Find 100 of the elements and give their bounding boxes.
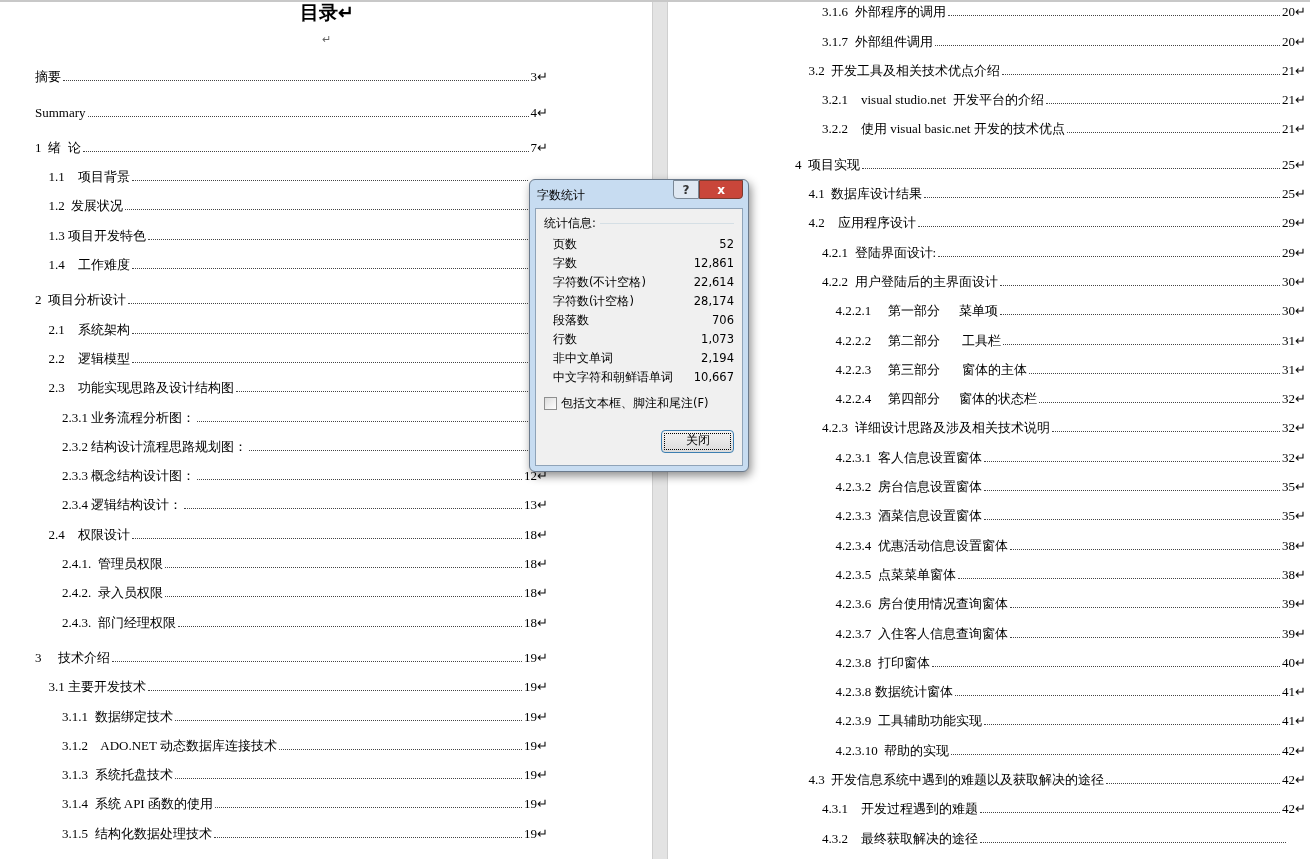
- stat-label: 行数: [553, 331, 577, 349]
- paragraph-mark: ↵: [322, 34, 331, 45]
- toc-entry: 3.1.6 外部程序的调用: [822, 5, 946, 19]
- page-number: 19↵: [524, 738, 548, 752]
- page-number: 32↵: [1282, 421, 1306, 435]
- toc-entry: Summary: [35, 105, 86, 119]
- page-number: 38↵: [1282, 538, 1306, 552]
- toc-entry: 2.3.2 结构设计流程思路规划图：: [62, 439, 248, 453]
- page-number: 19↵: [524, 650, 548, 664]
- toc-entry: 3.1.3 系统托盘技术: [62, 768, 173, 782]
- page-number: 20↵: [1282, 34, 1306, 48]
- toc-entry: 2.3.3 概念结构设计图：: [62, 469, 196, 483]
- toc-entry: 4.2.3.8 打印窗体: [835, 655, 930, 669]
- page-number: 30↵: [1282, 274, 1306, 288]
- close-dialog-button[interactable]: 关闭: [661, 429, 734, 453]
- page-number: 40↵: [1282, 655, 1306, 669]
- page-number: 41↵: [1282, 685, 1306, 699]
- page-number: 13↵: [524, 498, 548, 512]
- toc-entry: 4.2.2.3 第三部分 窗体的主体: [835, 362, 1028, 376]
- toc-entry: 2.1 系统架构: [48, 322, 130, 336]
- toc-entry: 1 绪 论: [35, 140, 81, 154]
- stat-label: 段落数: [553, 312, 589, 330]
- page-number: 39↵: [1282, 597, 1306, 611]
- toc-entry: 3 技术介绍: [35, 650, 110, 664]
- stat-value: 706: [712, 312, 734, 330]
- toc-entry: 2.3.1 业务流程分析图：: [62, 410, 196, 424]
- checkbox-label[interactable]: 包括文本框、脚注和尾注(F): [561, 395, 709, 413]
- page-number: 18↵: [524, 615, 548, 629]
- toc-entry: 4.2.3 详细设计思路及涉及相关技术说明: [822, 421, 1050, 435]
- toc-entry: 4.3.1 开发过程遇到的难题: [822, 802, 978, 816]
- toc-entry: 1.4 工作难度: [48, 258, 130, 272]
- stat-value: 52: [719, 236, 734, 254]
- stat-value: 28,174: [693, 293, 734, 311]
- page-number: 7↵: [530, 140, 548, 154]
- toc-entry: 4.2.3.8 数据统计窗体: [835, 685, 953, 699]
- toc-entry: 4.2.3.2 房台信息设置窗体: [835, 480, 982, 494]
- toc-title: 目录↵: [299, 3, 354, 22]
- checkbox[interactable]: [544, 397, 557, 411]
- stat-label: 非中文单词: [553, 350, 613, 368]
- toc-entry: 4.3.2 最终获取解决的途径: [822, 831, 978, 845]
- toc-entry: 3.1.5 结构化数据处理技术: [62, 826, 212, 840]
- page-number: 19↵: [524, 768, 548, 782]
- toc-entry: 4.2.3.6 房台使用情况查询窗体: [835, 597, 1008, 611]
- group-label: 统计信息:: [544, 215, 596, 232]
- toc-entry: 3.1.4 系统 API 函数的使用: [62, 797, 213, 811]
- toc-entry: 2.4.3. 部门经理权限: [62, 615, 176, 629]
- page-number: 25↵: [1282, 157, 1306, 171]
- page-number: 30↵: [1282, 304, 1306, 318]
- stat-value: 10,667: [693, 369, 734, 387]
- toc-entry: 4.2.3.4 优惠活动信息设置窗体: [835, 538, 1008, 552]
- stat-value: 1,073: [701, 331, 734, 349]
- toc-entry: 4.2.2 用户登陆后的主界面设计: [822, 274, 998, 288]
- page-number: 31↵: [1282, 362, 1306, 376]
- toc-entry: 4.2.2.1 第一部分 菜单项: [835, 304, 998, 318]
- page-number: 18↵: [524, 586, 548, 600]
- toc-entry: 4.2.1 登陆界面设计:: [822, 245, 937, 259]
- page-number: 20↵: [1282, 5, 1306, 19]
- toc-entry: 4 项目实现: [795, 157, 860, 171]
- toc-entry: 2.3.4 逻辑结构设计：: [62, 498, 183, 512]
- toc-entry: 4.2.3.3 酒菜信息设置窗体: [835, 509, 982, 523]
- toc-entry: 4.2.3.10 帮助的实现: [835, 743, 950, 757]
- toc-entry: 3.1.1 数据绑定技术: [62, 709, 173, 723]
- stat-value: 12,861: [693, 255, 734, 273]
- stat-value: 22,614: [693, 274, 734, 292]
- dialog-title: 字数统计: [537, 187, 585, 204]
- toc-entry: 3.2.1 visual studio.net 开发平台的介绍: [822, 93, 1044, 107]
- toc-entry: 4.2 应用程序设计: [808, 216, 916, 230]
- page-number: 21↵: [1282, 63, 1306, 77]
- page-number: 4↵: [530, 105, 548, 119]
- toc-entry: 2.3 功能实现思路及设计结构图: [48, 381, 234, 395]
- toc-entry: 4.2.2.4 第四部分 窗体的状态栏: [835, 392, 1037, 406]
- page-number: 32↵: [1282, 450, 1306, 464]
- page-number: 42↵: [1282, 802, 1306, 816]
- page-number: 31↵: [1282, 333, 1306, 347]
- stat-label: 字数: [553, 255, 577, 273]
- close-button[interactable]: x: [699, 180, 743, 199]
- toc-entry: 4.2.3.9 工具辅助功能实现: [835, 714, 982, 728]
- help-button[interactable]: ?: [673, 180, 699, 199]
- toc-entry: 3.1.7 外部组件调用: [822, 34, 933, 48]
- stat-label: 字符数(计空格): [553, 293, 634, 311]
- toc-entry: 2.2 逻辑模型: [48, 351, 130, 365]
- toc-entry: 2.4 权限设计: [48, 527, 130, 541]
- page-number: 29↵: [1282, 245, 1306, 259]
- page-number: 32↵: [1282, 392, 1306, 406]
- stat-label: 中文字符和朝鲜语单词: [553, 369, 673, 387]
- toc-entry: 3.1 主要开发技术: [48, 680, 146, 694]
- stat-value: 2,194: [701, 350, 734, 368]
- page-number: 29↵: [1282, 216, 1306, 230]
- toc-entry: 2.4.1. 管理员权限: [62, 557, 163, 571]
- page-number: 18↵: [524, 557, 548, 571]
- page-number: 39↵: [1282, 626, 1306, 640]
- toc-entry: 摘要: [35, 70, 61, 84]
- page-number: 38↵: [1282, 567, 1306, 581]
- toc-entry: 4.2.3.1 客人信息设置窗体: [835, 450, 982, 464]
- page-number: 19↵: [524, 826, 548, 840]
- toc-entry: 4.2.3.7 入住客人信息查询窗体: [835, 626, 1008, 640]
- toc-entry: 4.3 开发信息系统中遇到的难题以及获取解决的途径: [808, 773, 1105, 786]
- stat-label: 页数: [553, 236, 577, 254]
- toc-entry: 4.2.3.5 点菜菜单窗体: [835, 567, 956, 581]
- toc-entry: 4.1 数据库设计结果: [808, 187, 923, 201]
